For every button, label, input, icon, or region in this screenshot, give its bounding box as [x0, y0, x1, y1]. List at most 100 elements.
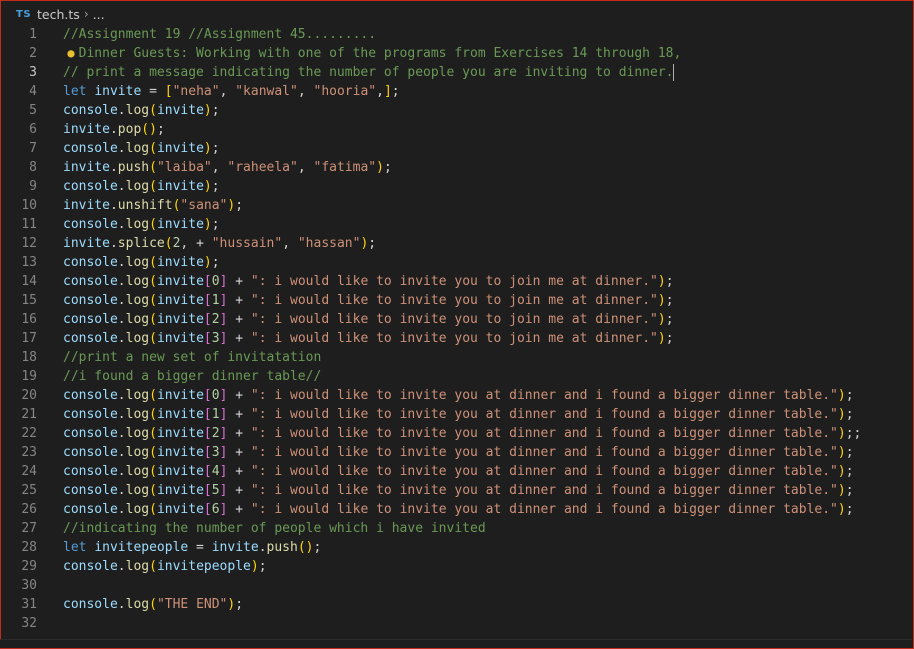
code-token: log	[125, 426, 150, 441]
code-token: [	[164, 84, 173, 99]
code-token: ()	[141, 122, 157, 137]
code-line[interactable]: 17 console.log(invite[3] + ": i would lik…	[0, 329, 912, 348]
code-line[interactable]: 31 console.log("THE END");	[0, 595, 912, 614]
code-token: //Assignment 19 //Assignment 45.........	[63, 27, 377, 42]
code-line[interactable]: 26 console.log(invite[6] + ": i would lik…	[0, 500, 912, 519]
code-token: )	[837, 407, 846, 422]
code-token: 2	[211, 426, 220, 441]
code-line[interactable]: 6 invite.pop();	[0, 120, 912, 139]
code-token: //Dinner Guests: Working with one of the…	[63, 46, 682, 61]
code-line[interactable]: 1 //Assignment 19 //Assignment 45........…	[0, 25, 912, 44]
code-token: .	[109, 198, 118, 213]
code-line[interactable]: 9 console.log(invite);	[0, 177, 912, 196]
code-line[interactable]: 10 invite.unshift("sana");	[0, 196, 912, 215]
breadcrumb-file-name[interactable]: tech.ts	[37, 7, 80, 22]
code-token: console	[63, 312, 118, 327]
code-token: ": i would like to invite you to join me…	[250, 312, 658, 327]
code-line[interactable]: 14 console.log(invite[0] + ": i would lik…	[0, 272, 912, 291]
code-token: ;	[235, 597, 244, 612]
code-token: log	[125, 255, 150, 270]
code-line[interactable]: 18 //print a new set of invitatation	[0, 348, 912, 367]
code-token: ;	[211, 141, 220, 156]
code-token: console	[63, 559, 118, 574]
code-line[interactable]: 16 console.log(invite[2] + ": i would lik…	[0, 310, 912, 329]
code-token: )	[837, 502, 846, 517]
code-token: 1	[211, 407, 220, 422]
code-text: //print a new set of invitatation	[63, 348, 321, 367]
code-token: 2	[211, 312, 220, 327]
code-token: log	[125, 217, 150, 232]
code-line[interactable]: 30	[0, 576, 912, 595]
code-line[interactable]: 27 //indicating the number of people whic…	[0, 519, 912, 538]
code-token: ;	[211, 217, 220, 232]
status-bar	[0, 639, 912, 648]
breadcrumb-symbols[interactable]: ...	[93, 7, 105, 22]
code-token: ;	[258, 559, 267, 574]
code-token: invite	[156, 483, 204, 498]
code-token: (	[149, 464, 157, 479]
code-token: (	[149, 293, 157, 308]
code-token: ,	[282, 236, 298, 251]
code-token: invite	[63, 198, 110, 213]
code-line[interactable]: 4 let invite = ["neha", "kanwal", "hooria…	[0, 82, 912, 101]
code-token: invite	[156, 312, 204, 327]
code-line[interactable]: 29 console.log(invitepeople);	[0, 557, 912, 576]
code-token: [	[203, 502, 212, 517]
lightbulb-icon[interactable]: ●	[63, 44, 79, 63]
code-token: )	[203, 103, 212, 118]
code-line[interactable]: 21 console.log(invite[1] + ": i would lik…	[0, 405, 912, 424]
code-line[interactable]: 12 invite.splice(2, + "hussain", "hassan"…	[0, 234, 912, 253]
code-token: )	[837, 483, 846, 498]
code-token: (	[149, 179, 157, 194]
code-token: splice	[117, 236, 165, 251]
code-token: )	[657, 331, 666, 346]
code-line[interactable]: 23 console.log(invite[3] + ": i would lik…	[0, 443, 912, 462]
code-line[interactable]: 5 console.log(invite);	[0, 101, 912, 120]
code-token: invite	[156, 464, 204, 479]
line-number: 18	[21, 350, 37, 365]
code-line[interactable]: 13 console.log(invite);	[0, 253, 912, 272]
code-line[interactable]: 15 console.log(invite[1] + ": i would lik…	[0, 291, 912, 310]
code-line[interactable]: 32	[0, 614, 912, 633]
code-token: .	[109, 122, 118, 137]
code-token: ": i would like to invite you at dinner …	[250, 426, 838, 441]
code-line[interactable]: 22 console.log(invite[2] + ": i would lik…	[0, 424, 912, 443]
code-token: ;	[665, 293, 674, 308]
code-line[interactable]: 20 console.log(invite[0] + ": i would lik…	[0, 386, 912, 405]
code-token: invite	[156, 388, 204, 403]
code-line[interactable]: 25 console.log(invite[5] + ": i would lik…	[0, 481, 912, 500]
code-text: //i found a bigger dinner table//	[63, 367, 321, 386]
code-line[interactable]: 2 //Dinner Guests: Working with one of th…	[0, 44, 912, 63]
code-token: )	[657, 293, 666, 308]
code-token: "hooria"	[313, 84, 377, 99]
code-line[interactable]: 3 // print a message indicating the numbe…	[0, 63, 912, 82]
code-line[interactable]: 7 console.log(invite);	[0, 139, 912, 158]
line-number: 17	[21, 331, 37, 346]
code-token: =	[141, 84, 165, 99]
code-token: log	[125, 312, 150, 327]
code-token: log	[125, 502, 150, 517]
code-token: "raheela"	[227, 160, 298, 175]
code-token: //i found a bigger dinner table//	[63, 369, 322, 384]
line-number: 1	[29, 27, 37, 42]
code-line[interactable]: 28 let invitepeople = invite.push();	[0, 538, 912, 557]
code-token: +	[227, 445, 251, 460]
code-line[interactable]: 11 console.log(invite);	[0, 215, 912, 234]
code-line[interactable]: 24 console.log(invite[4] + ": i would lik…	[0, 462, 912, 481]
code-token: "sana"	[180, 198, 228, 213]
code-token: console	[63, 597, 118, 612]
code-token: .	[117, 141, 126, 156]
code-token: log	[125, 274, 150, 289]
code-line[interactable]: 19 //i found a bigger dinner table//	[0, 367, 912, 386]
code-token: [	[203, 483, 212, 498]
code-token: "laiba"	[156, 160, 212, 175]
code-token: ;	[211, 255, 220, 270]
code-line[interactable]: 8 invite.push("laiba", "raheela", "fatima…	[0, 158, 912, 177]
code-token: [	[203, 331, 212, 346]
code-token: (	[149, 483, 157, 498]
code-text: console.log(invite[2] + ": i would like …	[63, 310, 674, 329]
code-text: console.log("THE END");	[63, 595, 243, 614]
code-editor[interactable]: 1 //Assignment 19 //Assignment 45........…	[0, 25, 912, 635]
code-token: )	[837, 388, 846, 403]
line-number: 32	[21, 616, 37, 631]
